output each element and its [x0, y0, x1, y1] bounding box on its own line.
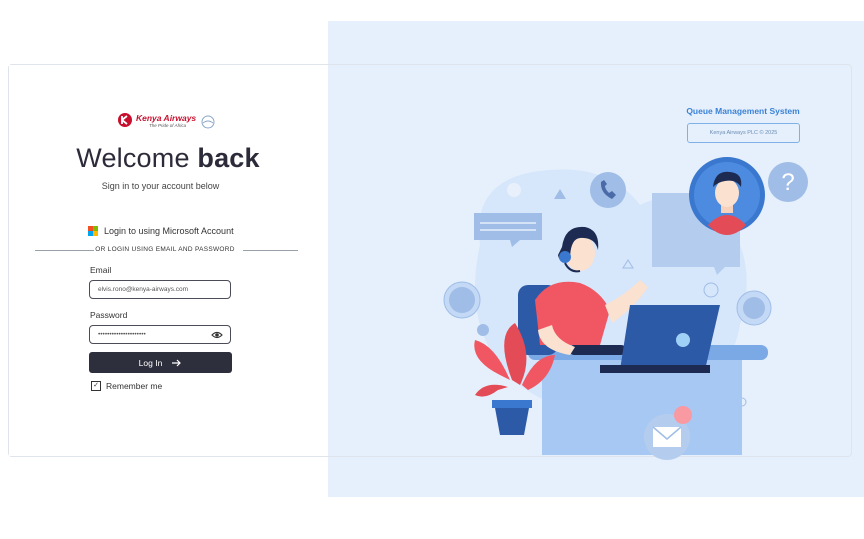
email-field[interactable]: [89, 280, 231, 299]
page-subtitle: Sign in to your account below: [101, 181, 220, 191]
remember-me-checkbox[interactable]: ✓: [91, 381, 101, 391]
customer-support-illustration: ?: [443, 157, 808, 460]
svg-text:?: ?: [781, 169, 794, 196]
system-title: Queue Management System: [686, 106, 800, 116]
remember-me[interactable]: ✓ Remember me: [91, 381, 162, 391]
copyright-badge: Kenya Airways PLC © 2025: [687, 123, 800, 143]
brand-name: Kenya Airways: [136, 113, 197, 123]
login-button-label: Log In: [138, 357, 163, 368]
email-label: Email: [90, 265, 112, 275]
skyteam-icon: [201, 115, 215, 129]
title-bold: back: [197, 143, 260, 173]
divider-text: OR LOGIN USING EMAIL AND PASSWORD: [95, 246, 235, 253]
show-password-eye-icon[interactable]: [211, 331, 223, 339]
password-label: Password: [90, 310, 128, 320]
title-light: Welcome: [76, 143, 198, 173]
page-title: Welcome back: [0, 143, 336, 174]
remember-me-label: Remember me: [106, 381, 163, 391]
airline-emblem-icon: [118, 113, 132, 127]
brand-tagline: The Pride of Africa: [149, 123, 187, 128]
microsoft-login-button[interactable]: Login to using Microsoft Account: [88, 224, 234, 238]
arrow-right-icon: [172, 359, 182, 366]
microsoft-icon: [88, 226, 98, 236]
login-button[interactable]: Log In: [89, 352, 232, 373]
password-field[interactable]: [89, 325, 231, 344]
microsoft-login-label: Login to using Microsoft Account: [104, 226, 234, 236]
kenya-airways-logo: Kenya Airways The Pride of Africa: [117, 112, 217, 130]
